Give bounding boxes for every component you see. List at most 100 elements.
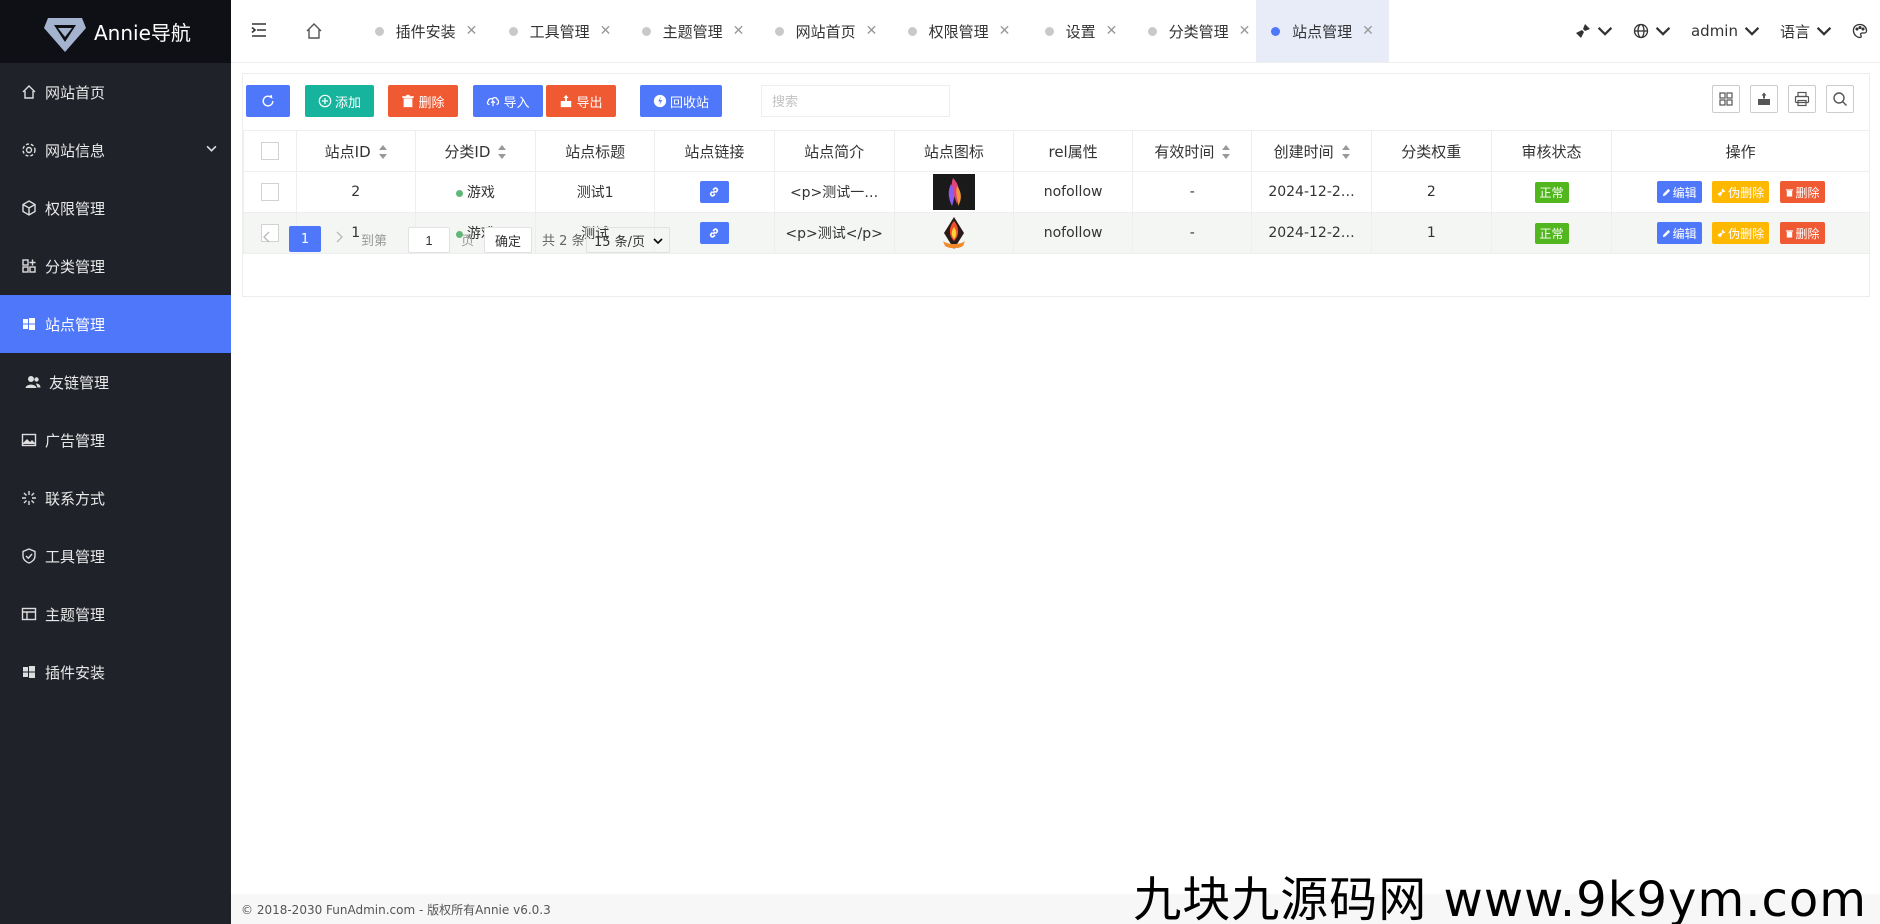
- refresh-button[interactable]: [246, 85, 290, 117]
- sidebar-item-label: 广告管理: [45, 431, 106, 450]
- soft-delete-button[interactable]: 伪删除: [1712, 181, 1770, 203]
- columns-filter-button[interactable]: [1712, 85, 1740, 113]
- column-label: 站点ID: [324, 142, 371, 161]
- close-icon[interactable]: ✕: [466, 23, 478, 39]
- tab-sites[interactable]: 站点管理 ✕: [1256, 0, 1389, 62]
- import-button[interactable]: 导入: [473, 85, 543, 117]
- logo[interactable]: Annie导航: [0, 0, 231, 63]
- search-toggle-button[interactable]: [1826, 85, 1854, 113]
- column-header: rel属性: [1012, 130, 1134, 172]
- column-header[interactable]: 创建时间: [1251, 130, 1372, 172]
- row-select-cell: [243, 171, 297, 213]
- category-cell: 游戏: [414, 171, 537, 213]
- sidebar-item-tools[interactable]: 工具管理: [0, 527, 231, 585]
- edit-button[interactable]: 编辑: [1656, 181, 1702, 203]
- sidebar-item-label: 权限管理: [45, 199, 106, 218]
- column-header: 站点图标: [893, 130, 1014, 172]
- export-button[interactable]: 导出: [546, 85, 616, 117]
- sidebar-item-label: 插件安装: [45, 663, 106, 682]
- export-icon: [561, 94, 572, 108]
- status-badge[interactable]: 正常: [1534, 181, 1569, 203]
- add-button[interactable]: 添加: [305, 85, 374, 117]
- row-checkbox[interactable]: [260, 183, 279, 201]
- export-table-button[interactable]: [1750, 85, 1778, 113]
- user-menu[interactable]: admin: [1691, 22, 1760, 40]
- brush-icon: [1575, 24, 1590, 38]
- column-header: 操作: [1611, 130, 1870, 172]
- sort-icon[interactable]: [1222, 145, 1231, 159]
- tab-categories[interactable]: 分类管理 ✕: [1134, 0, 1264, 62]
- tab-tools[interactable]: 工具管理 ✕: [495, 0, 625, 62]
- select-all-checkbox[interactable]: [260, 142, 279, 161]
- tab-settings[interactable]: 设置 ✕: [1031, 0, 1131, 62]
- theme-button[interactable]: [1852, 23, 1868, 39]
- tab-plugins[interactable]: 插件安装 ✕: [361, 0, 491, 62]
- close-icon[interactable]: ✕: [866, 23, 878, 39]
- column-header[interactable]: 分类ID: [414, 130, 537, 172]
- sort-icon[interactable]: [498, 145, 507, 159]
- page-size-select[interactable]: 15 条/页: [586, 227, 670, 253]
- clear-cache-button[interactable]: [1575, 23, 1613, 39]
- column-header: 站点标题: [535, 130, 656, 172]
- delete-button[interactable]: 删除: [388, 85, 458, 117]
- brush-icon: [1717, 187, 1726, 197]
- tab-permissions[interactable]: 权限管理 ✕: [894, 0, 1024, 62]
- link-cell: [654, 171, 775, 213]
- weight-cell: 2: [1370, 171, 1492, 213]
- recycle-bin-button[interactable]: 回收站: [640, 85, 722, 117]
- column-header[interactable]: 站点ID: [295, 130, 416, 172]
- sidebar-item-label: 网站首页: [45, 83, 106, 102]
- tab-label: 工具管理: [529, 22, 590, 41]
- close-icon[interactable]: ✕: [999, 23, 1011, 39]
- sidebar-item-sites[interactable]: 站点管理: [0, 295, 231, 353]
- sidebar-item-plugins[interactable]: 插件安装: [0, 643, 231, 701]
- sidebar-item-categories[interactable]: 分类管理: [0, 237, 231, 295]
- recycle-icon: [653, 94, 667, 108]
- column-header[interactable]: 有效时间: [1132, 130, 1253, 172]
- column-label: 站点图标: [923, 142, 984, 161]
- tab-label: 插件安装: [395, 22, 456, 41]
- page-current[interactable]: 1: [289, 226, 321, 252]
- close-icon[interactable]: ✕: [1106, 23, 1118, 39]
- sort-icon[interactable]: [1341, 145, 1350, 159]
- tab-dot: [774, 26, 784, 36]
- table-row[interactable]: 2 游戏 测试1 <p>测试一… nofollow - 2024-12-2… 2…: [243, 171, 1870, 213]
- chevron-right-icon[interactable]: [331, 229, 347, 245]
- sidebar-item-links[interactable]: 友链管理: [0, 353, 231, 411]
- close-icon[interactable]: ✕: [600, 23, 612, 39]
- download-icon: [1758, 92, 1770, 105]
- delete-row-button[interactable]: 删除: [1779, 181, 1825, 203]
- sidebar-item-contact[interactable]: 联系方式: [0, 469, 231, 527]
- print-button[interactable]: [1788, 85, 1816, 113]
- tab-label: 站点管理: [1292, 22, 1353, 41]
- column-label: 站点链接: [684, 142, 745, 161]
- chevron-down-icon: [1744, 27, 1760, 36]
- sidebar-item-label: 联系方式: [45, 489, 106, 508]
- language-menu[interactable]: 语言: [1780, 21, 1832, 42]
- chevron-left-icon[interactable]: [259, 229, 275, 245]
- sidebar-item-home[interactable]: 网站首页: [0, 63, 231, 121]
- goto-page-input[interactable]: [408, 227, 450, 253]
- sidebar-item-site-info[interactable]: 网站信息: [0, 121, 231, 179]
- pagination: 1 到第 页 确定 共 2 条 15 条/页: [243, 218, 1869, 256]
- close-icon[interactable]: ✕: [733, 23, 745, 39]
- edit-label: 编辑: [1672, 185, 1697, 200]
- open-link-button[interactable]: [699, 181, 729, 203]
- menu-fold-icon[interactable]: [249, 20, 269, 40]
- goto-confirm-button[interactable]: 确定: [484, 227, 532, 253]
- add-label: 添加: [334, 95, 361, 111]
- site-icon-thumbnail[interactable]: [932, 174, 975, 210]
- search-input[interactable]: [761, 85, 950, 117]
- sidebar-item-themes[interactable]: 主题管理: [0, 585, 231, 643]
- close-icon[interactable]: ✕: [1239, 23, 1251, 39]
- home-tab-icon[interactable]: [304, 21, 324, 41]
- sidebar-item-permissions[interactable]: 权限管理: [0, 179, 231, 237]
- close-icon[interactable]: ✕: [1362, 23, 1374, 39]
- tab-home[interactable]: 网站首页 ✕: [761, 0, 891, 62]
- site-switch-button[interactable]: [1633, 23, 1671, 39]
- column-header: 分类权重: [1370, 130, 1492, 172]
- sort-icon[interactable]: [378, 145, 387, 159]
- sidebar-item-ads[interactable]: 广告管理: [0, 411, 231, 469]
- column-label: 站点标题: [565, 142, 626, 161]
- tab-themes[interactable]: 主题管理 ✕: [628, 0, 758, 62]
